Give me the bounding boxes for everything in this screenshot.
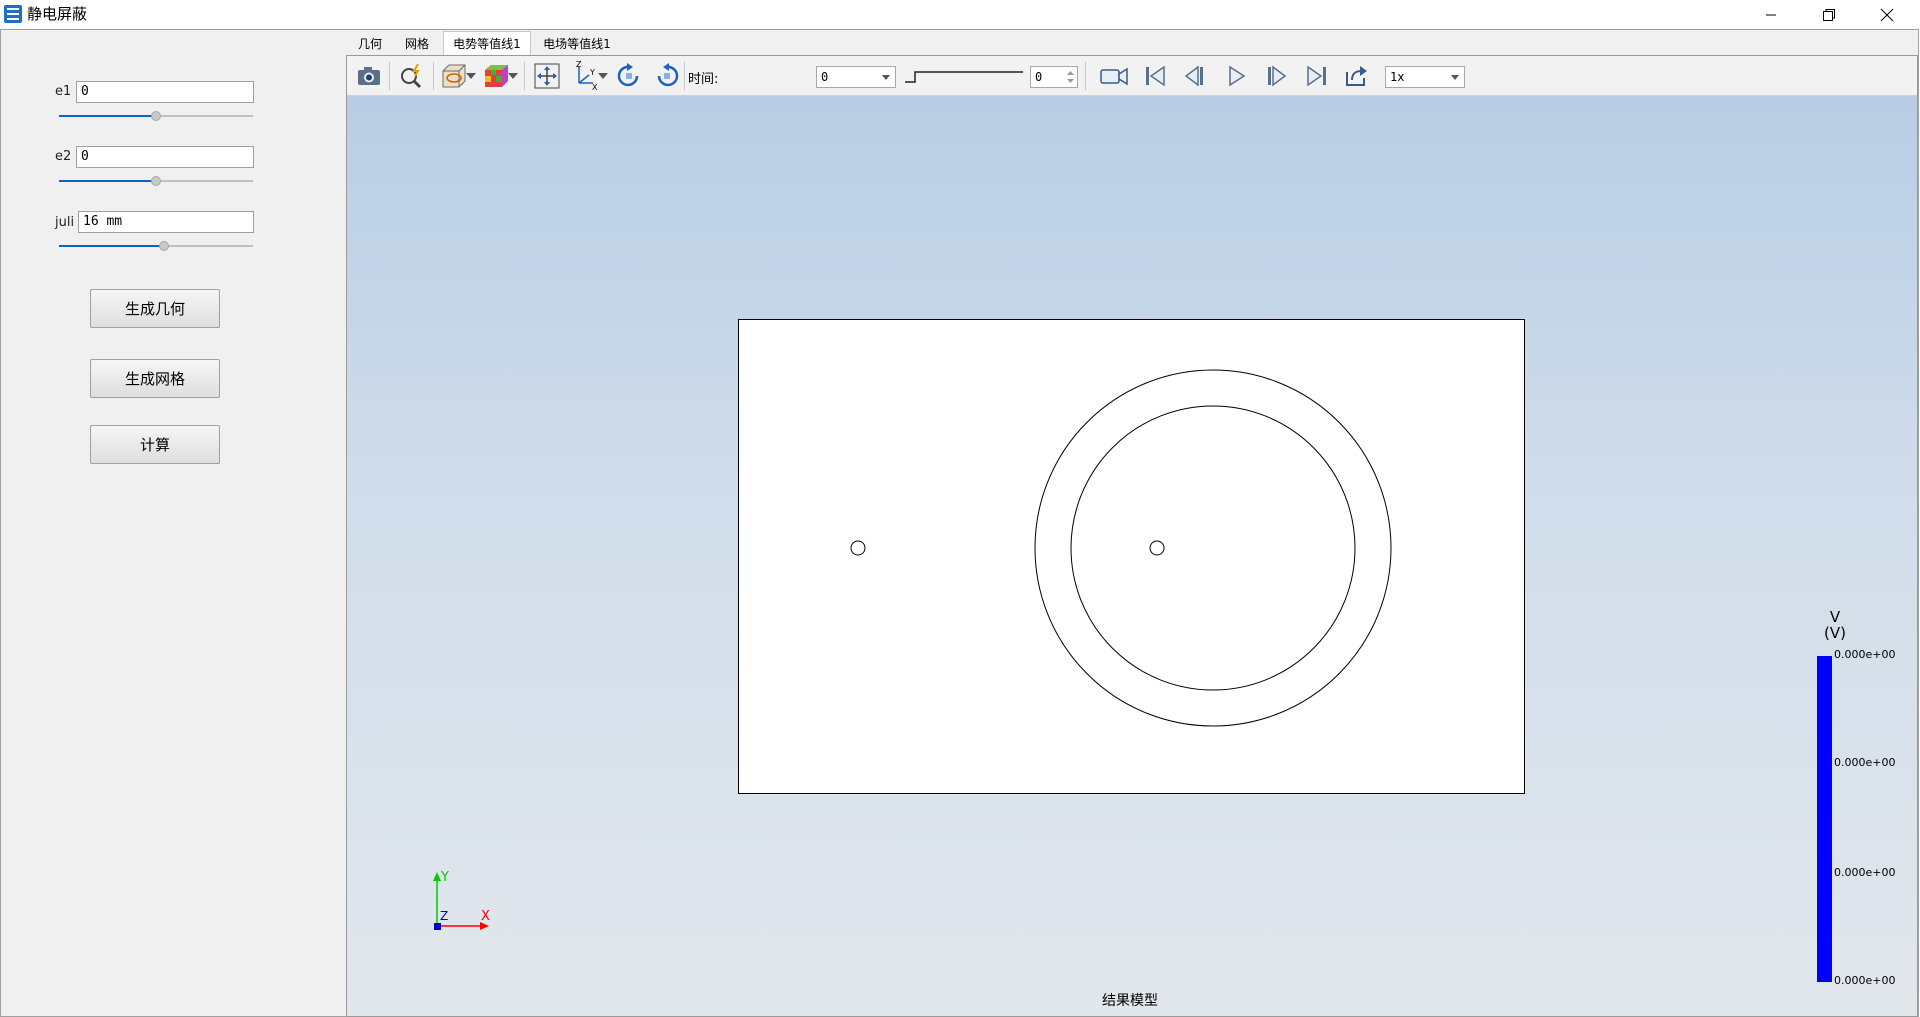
y-axis-label: Y <box>440 870 449 885</box>
viewport-caption: 结果模型 <box>1102 993 1158 1009</box>
legend-tick-upper: 0.000e+00 <box>1834 756 1896 769</box>
z-axis-label: Z <box>440 909 448 923</box>
legend-tick-top: 0.000e+00 <box>1834 648 1896 661</box>
domain-rectangle <box>738 319 1525 794</box>
legend-unit: (V) <box>1824 624 1846 642</box>
legend-tick-lower: 0.000e+00 <box>1834 866 1896 879</box>
legend-color-bar <box>1817 656 1832 982</box>
legend-tick-bottom: 0.000e+00 <box>1834 974 1896 987</box>
model-drawing: Y X Z <box>433 319 1525 930</box>
x-axis-label: X <box>481 909 490 924</box>
axis-triad: Y X Z <box>433 870 490 930</box>
